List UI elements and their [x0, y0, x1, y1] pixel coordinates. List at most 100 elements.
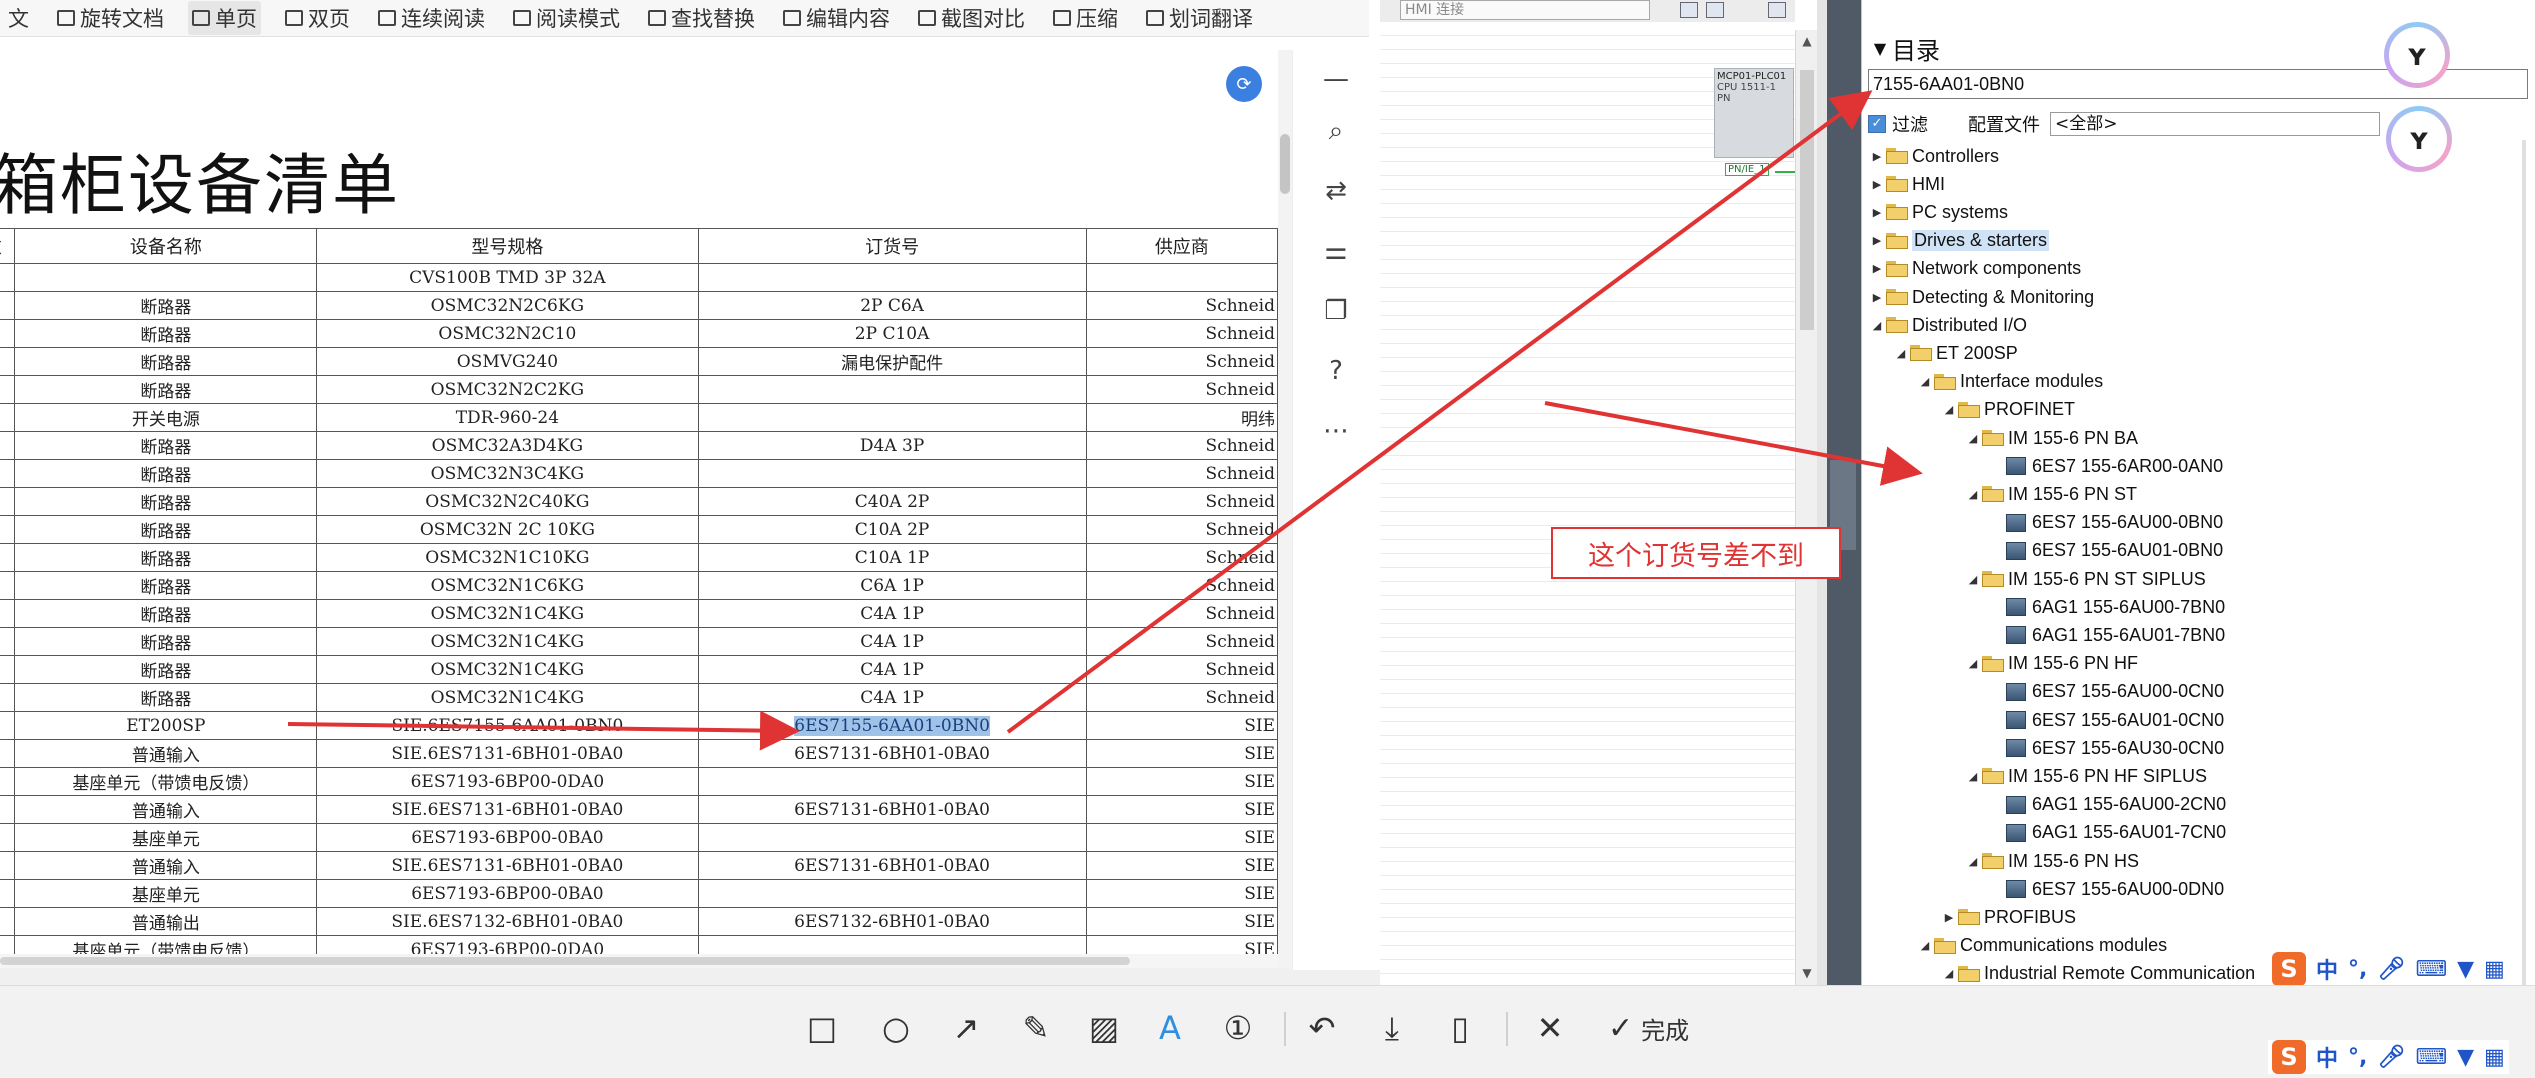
row-number-cell[interactable]: 3 — [0, 879, 16, 908]
model-spec-cell[interactable]: OSMC32N2C10 — [316, 319, 699, 348]
tree-item[interactable]: 6ES7 155-6AU01-0CN0 — [1990, 706, 2224, 734]
vendor-cell[interactable]: Schneid — [1085, 683, 1278, 712]
expanded-arrow-icon[interactable]: ◢ — [1942, 967, 1956, 980]
hmi-connection-combo[interactable]: HMI 连接 — [1400, 0, 1650, 20]
ime-toolbar[interactable]: S 中 °, 🎤︎ ⌨ ▼ ▦ — [2268, 952, 2509, 986]
ime-language[interactable]: 中 — [2316, 1041, 2338, 1073]
device-name-cell[interactable]: 断路器 — [14, 291, 318, 320]
book-icon[interactable]: ❐ — [1319, 294, 1353, 328]
order-number-cell[interactable]: 6ES7132-6BH01-0BA0 — [697, 907, 1087, 936]
assistant-badge-icon[interactable]: ʏ — [2384, 22, 2450, 88]
rectangle-tool-icon[interactable]: □ — [802, 1006, 842, 1050]
skin-icon[interactable]: ▼ — [2457, 957, 2474, 982]
row-number-cell[interactable]: 7 — [0, 711, 16, 740]
tree-item[interactable]: ◢ ET 200SP — [1894, 339, 2018, 367]
expanded-arrow-icon[interactable]: ◢ — [1942, 403, 1956, 416]
ellipse-tool-icon[interactable]: ○ — [876, 1006, 916, 1050]
tree-item[interactable]: 6ES7 155-6AU01-0BN0 — [1990, 537, 2223, 565]
model-spec-cell[interactable]: OSMC32A3D4KG — [316, 431, 699, 460]
device-name-cell[interactable]: 基座单元（带馈电反馈） — [14, 767, 318, 796]
tree-item[interactable]: ▶ Controllers — [1870, 142, 1999, 170]
punctuation-icon[interactable]: °, — [2348, 1045, 2367, 1070]
collapsed-arrow-icon[interactable]: ▶ — [1870, 150, 1884, 163]
device-name-cell[interactable]: 普通输入 — [14, 739, 318, 768]
catalog-vertical-scrollbar[interactable] — [2522, 140, 2526, 985]
order-number-cell[interactable]: 6ES7155-6AA01-0BN0 — [697, 711, 1087, 740]
microphone-icon[interactable]: 🎤︎ — [2377, 957, 2405, 982]
tree-item[interactable]: ▶ Network components — [1870, 255, 2081, 283]
selected-text[interactable]: 6ES7155-6AA01-0BN0 — [794, 715, 990, 736]
pdf-vertical-scrollbar[interactable] — [1278, 50, 1292, 970]
model-spec-cell[interactable]: SIE.6ES7131-6BH01-0BA0 — [316, 795, 699, 824]
model-spec-cell[interactable]: 6ES7193-6BP00-0DA0 — [316, 935, 699, 954]
grid-icon[interactable]: ▦ — [2484, 957, 2505, 982]
row-number-cell[interactable] — [0, 431, 16, 460]
device-name-cell[interactable]: 断路器 — [14, 347, 318, 376]
collapsed-arrow-icon[interactable]: ▶ — [1870, 262, 1884, 275]
collapsed-arrow-icon[interactable]: ▶ — [1870, 291, 1884, 304]
order-number-cell[interactable]: D4A 3P — [697, 431, 1087, 460]
scroll-down-icon[interactable]: ▼ — [1800, 966, 1814, 980]
profinet-port-label[interactable]: PN/IE_1 — [1725, 163, 1769, 176]
row-number-cell[interactable] — [0, 627, 16, 656]
order-number-cell[interactable]: C4A 1P — [697, 683, 1087, 712]
order-number-cell[interactable] — [697, 403, 1087, 432]
profile-select[interactable]: <全部> — [2050, 112, 2380, 136]
expanded-arrow-icon[interactable]: ◢ — [1918, 375, 1932, 388]
order-number-cell[interactable]: 6ES7131-6BH01-0BA0 — [697, 739, 1087, 768]
collapsed-arrow-icon[interactable]: ▶ — [1942, 911, 1956, 924]
row-number-cell[interactable]: 6 — [0, 683, 16, 712]
collapsed-arrow-icon[interactable]: ▶ — [1870, 206, 1884, 219]
order-number-cell[interactable] — [697, 767, 1087, 796]
vendor-cell[interactable]: SIE — [1085, 795, 1278, 824]
model-spec-cell[interactable]: OSMC32N 2C 10KG — [316, 515, 699, 544]
model-spec-cell[interactable]: OSMC32N1C4KG — [316, 599, 699, 628]
tree-item[interactable]: 6ES7 155-6AU30-0CN0 — [1990, 734, 2224, 762]
toolbar-button[interactable]: 编辑内容 — [779, 1, 894, 35]
ime-toolbar[interactable]: S 中 °, 🎤︎ ⌨ ▼ ▦ — [2268, 1040, 2509, 1074]
device-name-cell[interactable]: 基座单元 — [14, 823, 318, 852]
tree-item[interactable]: 6ES7 155-6AU00-0BN0 — [1990, 509, 2223, 537]
keyboard-icon[interactable]: ⌨ — [2415, 1045, 2447, 1070]
device-name-cell[interactable]: 开关电源 — [14, 403, 318, 432]
vendor-cell[interactable]: Schneid — [1085, 543, 1278, 572]
tree-item[interactable]: ▶ PC systems — [1870, 198, 2008, 226]
undo-tool-icon[interactable]: ↶ — [1302, 1006, 1342, 1050]
model-spec-cell[interactable]: OSMC32N2C6KG — [316, 291, 699, 320]
row-number-cell[interactable]: 9 — [0, 767, 16, 796]
vendor-cell[interactable]: Schneid — [1085, 571, 1278, 600]
search-icon[interactable]: ⌕ — [1319, 114, 1353, 148]
row-number-cell[interactable] — [0, 403, 16, 432]
device-name-cell[interactable] — [14, 263, 318, 292]
order-number-cell[interactable] — [697, 263, 1087, 292]
row-number-cell[interactable]: 0 — [0, 795, 16, 824]
assistant-badge-icon[interactable]: ʏ — [2386, 106, 2452, 172]
expanded-arrow-icon[interactable]: ◢ — [1966, 855, 1980, 868]
plc-device[interactable]: MCP01-PLC01 CPU 1511-1 PN — [1714, 68, 1794, 158]
row-number-cell[interactable]: 2 — [0, 571, 16, 600]
skin-icon[interactable]: ▼ — [2457, 1045, 2474, 1070]
tree-item[interactable]: ▶ HMI — [1870, 170, 1945, 198]
tree-item[interactable]: 6ES7 155-6AU00-0DN0 — [1990, 875, 2224, 903]
model-spec-cell[interactable]: SIE.6ES7132-6BH01-0BA0 — [316, 907, 699, 936]
model-spec-cell[interactable]: TDR-960-24 — [316, 403, 699, 432]
vendor-cell[interactable]: SIE — [1085, 823, 1278, 852]
tree-item[interactable]: 6AG1 155-6AU01-7CN0 — [1990, 819, 2226, 847]
device-name-cell[interactable]: 断路器 — [14, 515, 318, 544]
tree-item[interactable]: ◢ IM 155-6 PN BA — [1966, 424, 2138, 452]
expanded-arrow-icon[interactable]: ◢ — [1894, 347, 1908, 360]
order-number-cell[interactable]: 6ES7131-6BH01-0BA0 — [697, 795, 1087, 824]
sliders-icon[interactable]: ⚌ — [1319, 234, 1353, 268]
order-number-cell[interactable] — [697, 459, 1087, 488]
expanded-arrow-icon[interactable]: ◢ — [1870, 319, 1884, 332]
tree-item[interactable]: ◢ PROFINET — [1942, 396, 2075, 424]
device-name-cell[interactable]: 普通输入 — [14, 851, 318, 880]
tree-item[interactable]: 6ES7 155-6AR00-0AN0 — [1990, 452, 2223, 480]
row-number-cell[interactable] — [0, 487, 16, 516]
grid-icon[interactable]: ▦ — [2484, 1045, 2505, 1070]
chevron-down-icon[interactable]: ▼ — [1868, 39, 1892, 58]
row-number-cell[interactable]: 5 — [0, 655, 16, 684]
expanded-arrow-icon[interactable]: ◢ — [1966, 488, 1980, 501]
model-spec-cell[interactable]: OSMC32N1C4KG — [316, 683, 699, 712]
order-number-cell[interactable] — [697, 375, 1087, 404]
